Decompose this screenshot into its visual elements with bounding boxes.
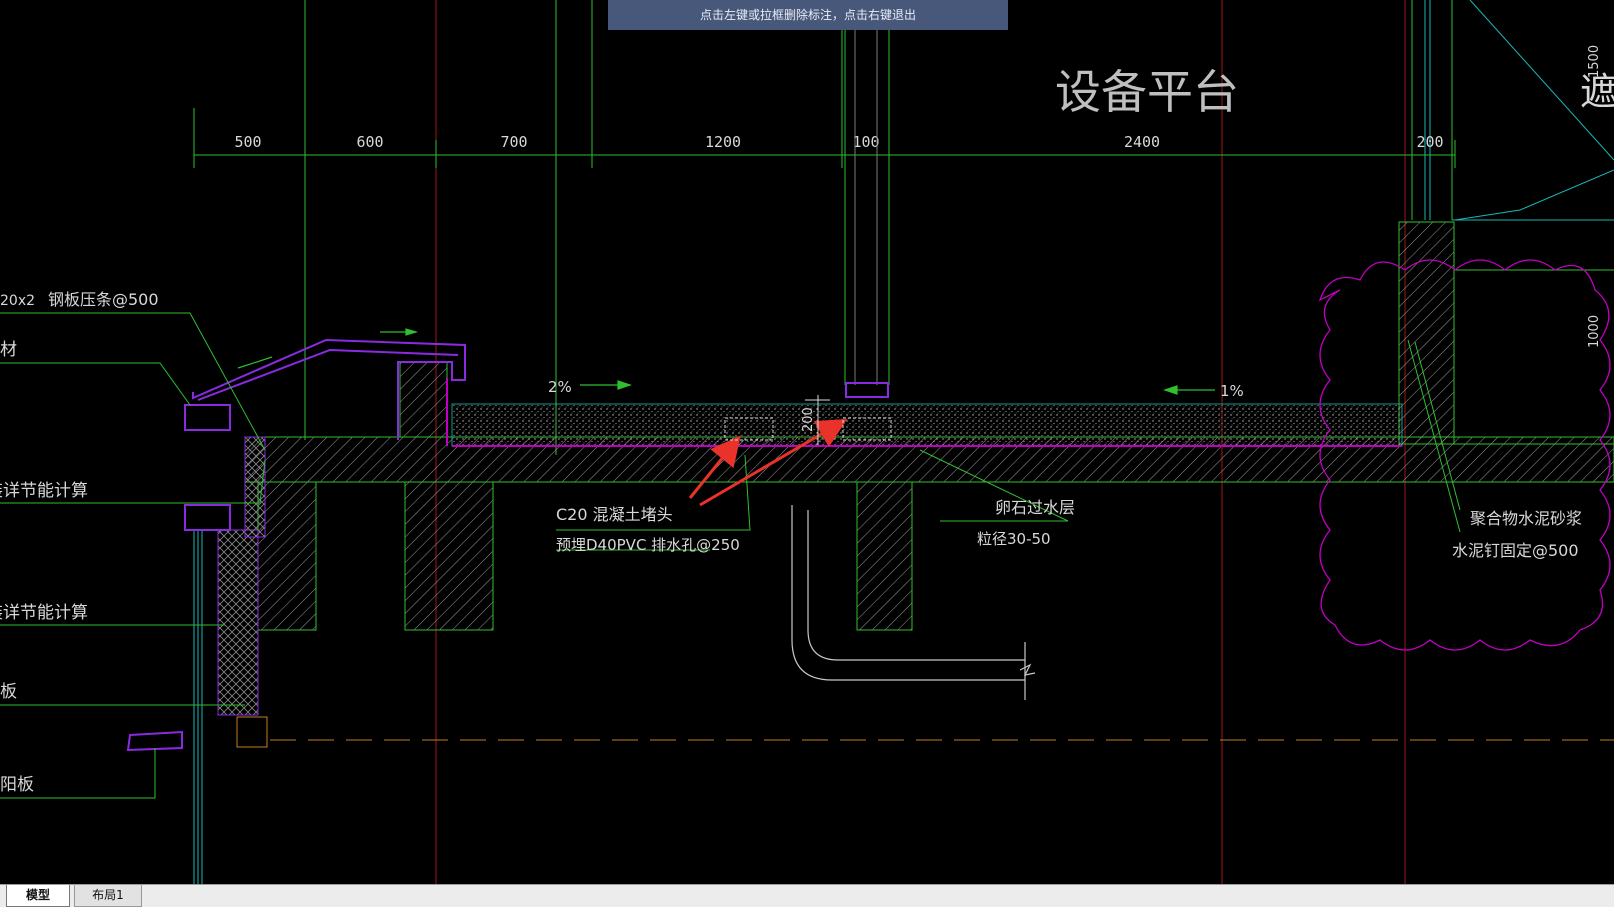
dim-label-700: 700 bbox=[500, 133, 527, 151]
label-material: 材 bbox=[0, 340, 17, 360]
tab-layout1[interactable]: 布局1 bbox=[74, 885, 142, 907]
label-edge-text: 遮 bbox=[1580, 70, 1614, 114]
center-column bbox=[845, 0, 889, 398]
dim-label-600: 600 bbox=[356, 133, 383, 151]
label-board: 板 bbox=[0, 682, 17, 702]
dimension-labels: 500 600 700 1200 100 2400 200 bbox=[234, 133, 1443, 151]
label-polymer-mortar: 聚合物水泥砂浆 bbox=[1470, 509, 1582, 528]
label-height-1000: 1000 bbox=[1587, 315, 1602, 348]
slope-label-left: 2% bbox=[548, 378, 572, 396]
label-gravel-layer: 卵石过水层 bbox=[995, 498, 1075, 517]
label-cement-nail: 水泥钉固定@500 bbox=[1452, 541, 1579, 560]
dim-label-200: 200 bbox=[1416, 133, 1443, 151]
guide-lines bbox=[304, 0, 1453, 455]
label-energy-calc-1: 装详节能计算 bbox=[0, 481, 88, 501]
label-height-200: 200 bbox=[801, 407, 816, 432]
command-prompt-bar: 点击左键或拉框删除标注，点击右键退出 bbox=[608, 0, 1008, 30]
label-drain-pipe: 预埋D40PVC 排水孔@250 bbox=[556, 536, 740, 554]
label-energy-calc-2: 装详节能计算 bbox=[0, 603, 88, 623]
label-steel-strip: 钢板压条@500 bbox=[48, 290, 159, 309]
label-gravel-size: 粒径30-50 bbox=[977, 530, 1051, 548]
cad-drawing-canvas[interactable]: 500 600 700 1200 100 2400 200 设备平台 2% 1%… bbox=[0, 0, 1614, 884]
drawing-title: 设备平台 bbox=[1055, 65, 1239, 119]
dim-label-500: 500 bbox=[234, 133, 261, 151]
dim-label-100: 100 bbox=[852, 133, 879, 151]
dim-label-2400: 2400 bbox=[1124, 133, 1160, 151]
label-concrete-plug: C20 混凝土堵头 bbox=[556, 505, 673, 524]
layout-tab-bar: 模型 布局1 bbox=[0, 884, 1614, 907]
dim-label-1200: 1200 bbox=[705, 133, 741, 151]
slope-arrows bbox=[237, 328, 1215, 395]
tab-model[interactable]: 模型 bbox=[6, 885, 70, 907]
slope-label-right: 1% bbox=[1220, 382, 1244, 400]
gravel-drainage-layer bbox=[451, 403, 1403, 447]
label-steel-prefix: 20x2 bbox=[0, 293, 35, 309]
label-sunshade: 阳板 bbox=[0, 775, 34, 795]
